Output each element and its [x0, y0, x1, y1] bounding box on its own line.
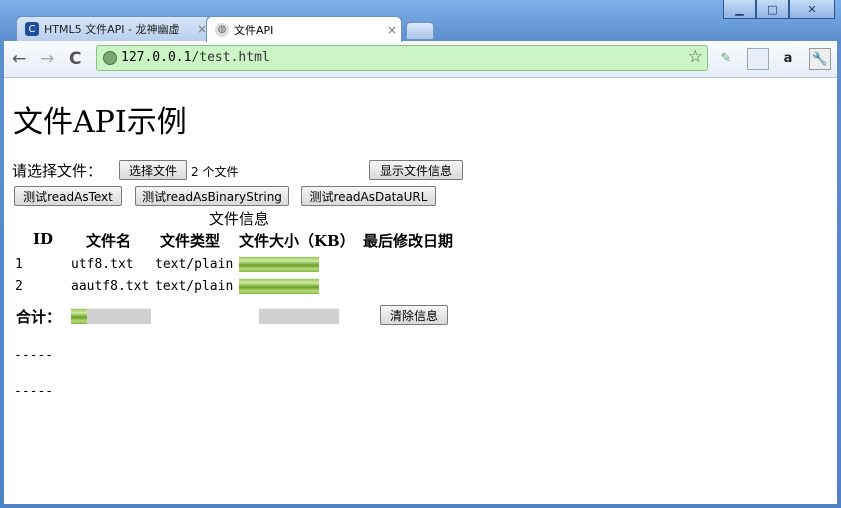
window-controls: ▁ □ ✕: [723, 0, 835, 19]
header-id: ID: [33, 230, 54, 248]
new-tab-button[interactable]: [406, 22, 434, 40]
file-progress-bar: [239, 278, 319, 294]
blogger-c-icon: C: [25, 22, 39, 36]
tab-html5-file-api[interactable]: C HTML5 文件API - 龙神幽虚 ×: [16, 16, 212, 41]
wrench-icon[interactable]: 🔧: [809, 48, 831, 70]
maximize-button[interactable]: □: [756, 0, 789, 19]
total-label: 合计：: [16, 308, 62, 326]
tab-file-api[interactable]: ◍ 文件API ×: [206, 16, 402, 42]
close-window-button[interactable]: ✕: [789, 0, 835, 19]
browser-toolbar: ← → C 127.0.0.1/test.html ☆ ✎ a 🔧: [4, 41, 837, 78]
site-globe-icon: [103, 51, 117, 65]
test-readasdataurl-button[interactable]: 测试readAsDataURL: [301, 186, 436, 206]
url-text: 127.0.0.1/test.html: [121, 50, 270, 65]
total-progress-bar-2: [259, 308, 339, 324]
choose-file-button[interactable]: 选择文件: [119, 160, 187, 180]
cell-id: 1: [15, 257, 23, 272]
cell-filetype: text/plain: [155, 257, 234, 272]
bookmark-star-icon[interactable]: ☆: [688, 47, 703, 67]
choose-file-label: 请选择文件：: [12, 162, 103, 180]
file-progress-bar: [239, 256, 319, 272]
browser-window: ▁ □ ✕ C HTML5 文件API - 龙神幽虚 × ◍ 文件API × ←…: [0, 0, 841, 508]
clear-info-button[interactable]: 清除信息: [380, 305, 448, 325]
globe-icon: ◍: [215, 22, 229, 37]
progress-fill: [71, 309, 87, 324]
page-content: 文件API示例 请选择文件： 选择文件 2 个文件 显示文件信息 测试readA…: [4, 78, 837, 504]
tab-close-icon[interactable]: ×: [383, 23, 401, 37]
cell-filename: aautf8.txt: [71, 279, 150, 294]
cell-filetype: text/plain: [155, 279, 234, 294]
forward-button[interactable]: →: [40, 49, 54, 69]
header-filesize: 文件大小（KB）: [239, 232, 355, 250]
test-readastext-button[interactable]: 测试readAsText: [14, 186, 122, 206]
page-title: 文件API示例: [13, 105, 187, 140]
extension-wand-icon[interactable]: ✎: [716, 48, 736, 68]
header-filetype: 文件类型: [160, 232, 221, 250]
progress-fill: [239, 279, 319, 294]
reload-button[interactable]: C: [69, 49, 81, 69]
cell-id: 2: [15, 279, 23, 294]
separator-line: -----: [14, 384, 54, 399]
show-file-info-button[interactable]: 显示文件信息: [369, 160, 463, 180]
extension-page-icon[interactable]: [747, 48, 769, 70]
minimize-button[interactable]: ▁: [723, 0, 756, 19]
file-count-text: 2 个文件: [191, 165, 239, 179]
cell-filename: utf8.txt: [71, 257, 134, 272]
header-filename: 文件名: [86, 232, 132, 250]
amazon-icon[interactable]: a: [778, 48, 798, 68]
tab-title: HTML5 文件API - 龙神幽虚: [44, 23, 180, 36]
separator-line: -----: [14, 348, 54, 363]
test-readasbinarystring-button[interactable]: 测试readAsBinaryString: [135, 186, 289, 206]
table-caption: 文件信息: [209, 210, 270, 228]
back-button[interactable]: ←: [12, 49, 26, 69]
address-bar[interactable]: 127.0.0.1/test.html ☆: [96, 45, 708, 71]
header-lastmodified: 最后修改日期: [363, 232, 454, 250]
tab-title: 文件API: [234, 23, 274, 37]
progress-fill: [239, 257, 319, 272]
total-progress-bar: [71, 308, 151, 324]
